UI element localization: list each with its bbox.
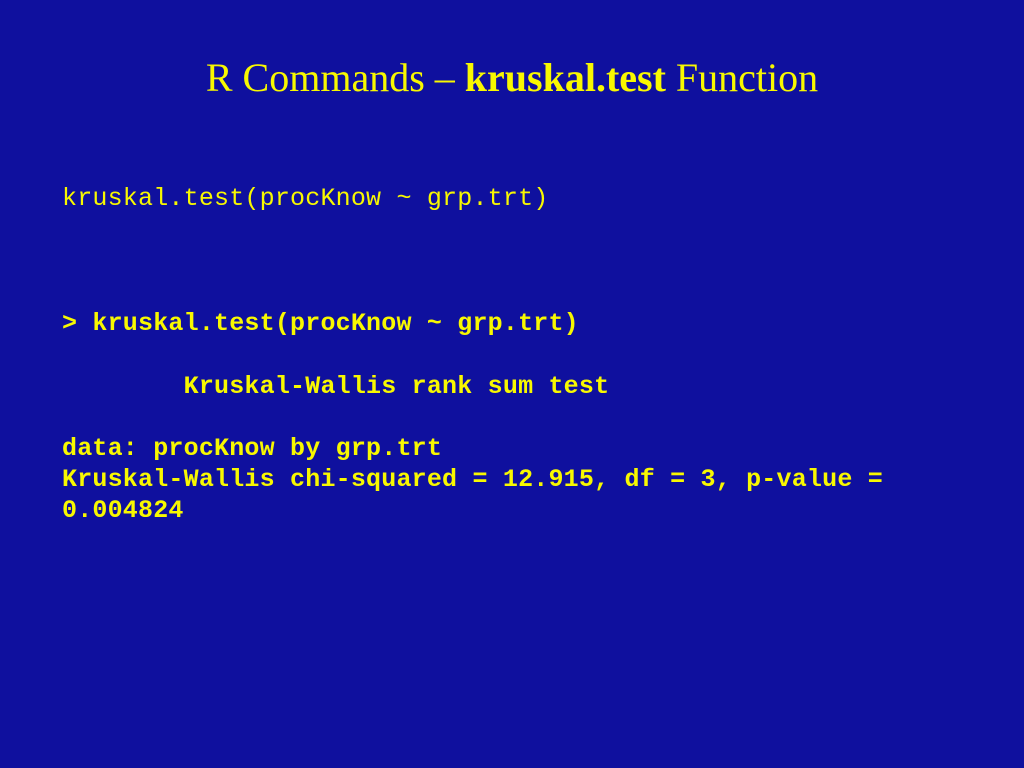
title-suffix: Function xyxy=(666,55,818,100)
code-output-header: Kruskal-Wallis rank sum test xyxy=(62,372,609,401)
code-output-stats-1: Kruskal-Wallis chi-squared = 12.915, df … xyxy=(62,465,883,494)
slide-title: R Commands – kruskal.test Function xyxy=(0,54,1024,101)
code-command-line: kruskal.test(procKnow ~ grp.trt) xyxy=(62,184,548,213)
code-output-header-text: Kruskal-Wallis rank sum test xyxy=(62,372,609,401)
title-prefix: R Commands – xyxy=(206,55,465,100)
code-output-prompt: > kruskal.test(procKnow ~ grp.trt) xyxy=(62,309,579,338)
title-bold: kruskal.test xyxy=(465,55,666,100)
code-output-stats-2: 0.004824 xyxy=(62,496,184,525)
code-output-data: data: procKnow by grp.trt xyxy=(62,434,442,463)
